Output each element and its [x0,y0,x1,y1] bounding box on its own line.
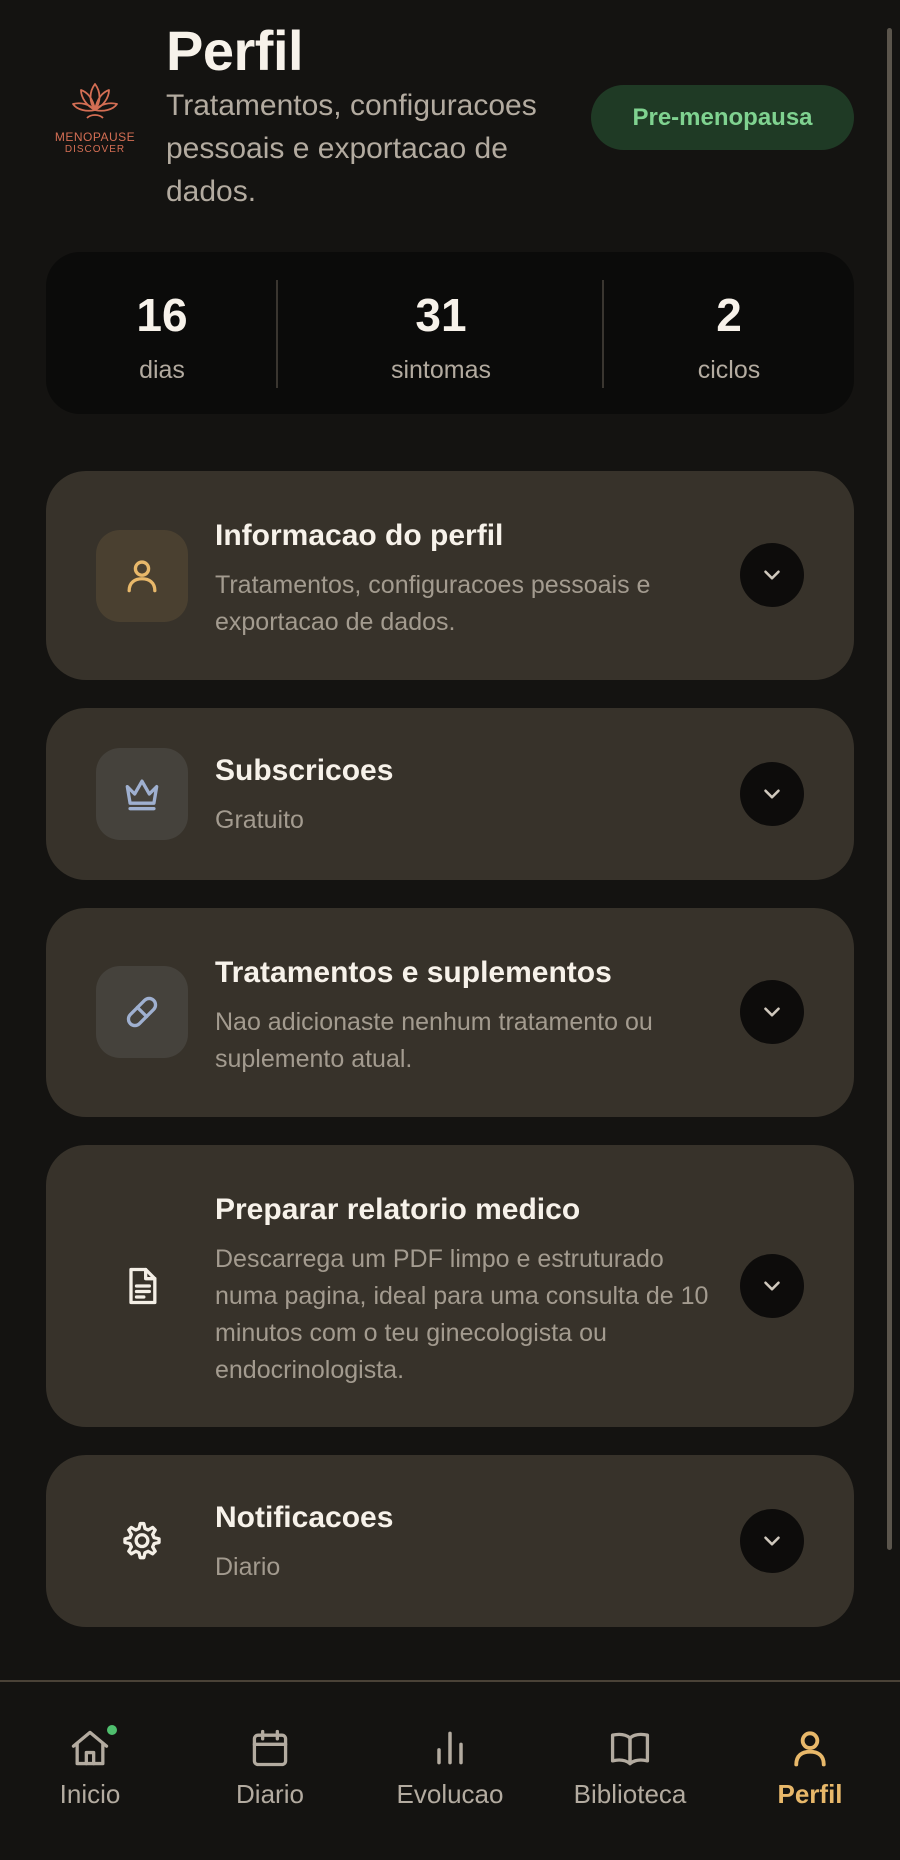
gear-icon [96,1495,188,1587]
section-title: Notificacoes [215,1501,394,1534]
stat-cycles: 2 ciclos [604,252,854,414]
nav-item-evolution[interactable]: Evolucao [360,1682,540,1860]
header: MENOPAUSE DISCOVER Perfil Tratamentos, c… [0,0,900,230]
chevron-down-icon [764,1007,780,1017]
expand-button[interactable] [740,1254,804,1318]
section-description: Tratamentos, configuracoes pessoais e ex… [215,571,651,636]
nav-item-diary[interactable]: Diario [180,1682,360,1860]
bar-chart-icon [428,1726,472,1770]
section-subscriptions[interactable]: Subscricoes Gratuito [46,708,854,880]
expand-button[interactable] [740,980,804,1044]
section-description: Diario [215,1553,281,1581]
nav-label: Diario [236,1779,304,1809]
user-icon [788,1726,832,1770]
lotus-icon [72,83,118,119]
stat-symptoms: 31 sintomas [278,252,604,414]
stat-value: 31 [415,289,467,341]
nav-item-library[interactable]: Biblioteca [540,1682,720,1860]
page-title: Perfil [166,19,304,82]
calendar-icon [248,1726,292,1770]
chevron-down-icon [764,1536,780,1546]
expand-button[interactable] [740,543,804,607]
section-description: Gratuito [215,806,304,834]
pill-icon [96,966,188,1058]
stat-value: 2 [716,289,742,341]
expand-button[interactable] [740,1509,804,1573]
stat-label: sintomas [390,356,492,384]
stats-panel: 16 dias 31 sintomas 2 ciclos [46,252,854,414]
section-notifications[interactable]: Notificacoes Diario [46,1455,854,1627]
section-title: Subscricoes [215,754,394,787]
section-description: Nao adicionaste nenhum tratamento ou sup… [215,1008,653,1073]
chevron-down-icon [764,570,780,580]
nav-item-home[interactable]: Inicio [0,1682,180,1860]
stat-days: 16 dias [46,252,278,414]
logo-brand-line1: MENOPAUSE [54,130,136,144]
nav-label: Perfil [777,1779,843,1809]
section-medical-report[interactable]: Preparar relatorio medico Descarrega um … [46,1145,854,1427]
notification-dot [104,1722,120,1738]
crown-icon [96,748,188,840]
section-title: Preparar relatorio medico [215,1193,581,1226]
document-icon [96,1240,188,1332]
chevron-down-icon [764,1281,780,1291]
stage-badge: Pre-menopausa [591,85,854,150]
app-logo: MENOPAUSE DISCOVER [52,78,138,168]
nav-label: Evolucao [396,1779,504,1809]
logo-brand-line2: DISCOVER [64,144,126,155]
profile-screen: MENOPAUSE DISCOVER Perfil Tratamentos, c… [0,0,900,1860]
section-title: Tratamentos e suplementos [215,956,612,989]
scrollbar[interactable] [887,28,892,1550]
nav-label: Inicio [59,1779,121,1809]
book-icon [608,1726,652,1770]
section-profile-info[interactable]: Informacao do perfil Tratamentos, config… [46,471,854,680]
stat-label: ciclos [697,356,761,384]
stat-value: 16 [136,289,188,341]
section-description: Descarrega um PDF limpo e estruturado nu… [215,1245,709,1384]
bottom-nav: Inicio Diario Evolucao Biblioteca Perfil [0,1680,900,1860]
page-subtitle: Tratamentos, configuracoes pessoais e ex… [166,89,537,208]
nav-label: Biblioteca [573,1779,687,1809]
section-title: Informacao do perfil [215,519,504,552]
expand-button[interactable] [740,762,804,826]
section-treatments[interactable]: Tratamentos e suplementos Nao adicionast… [46,908,854,1117]
user-icon [96,530,188,622]
stat-label: dias [139,356,185,384]
nav-item-profile[interactable]: Perfil [720,1682,900,1860]
chevron-down-icon [764,789,780,799]
